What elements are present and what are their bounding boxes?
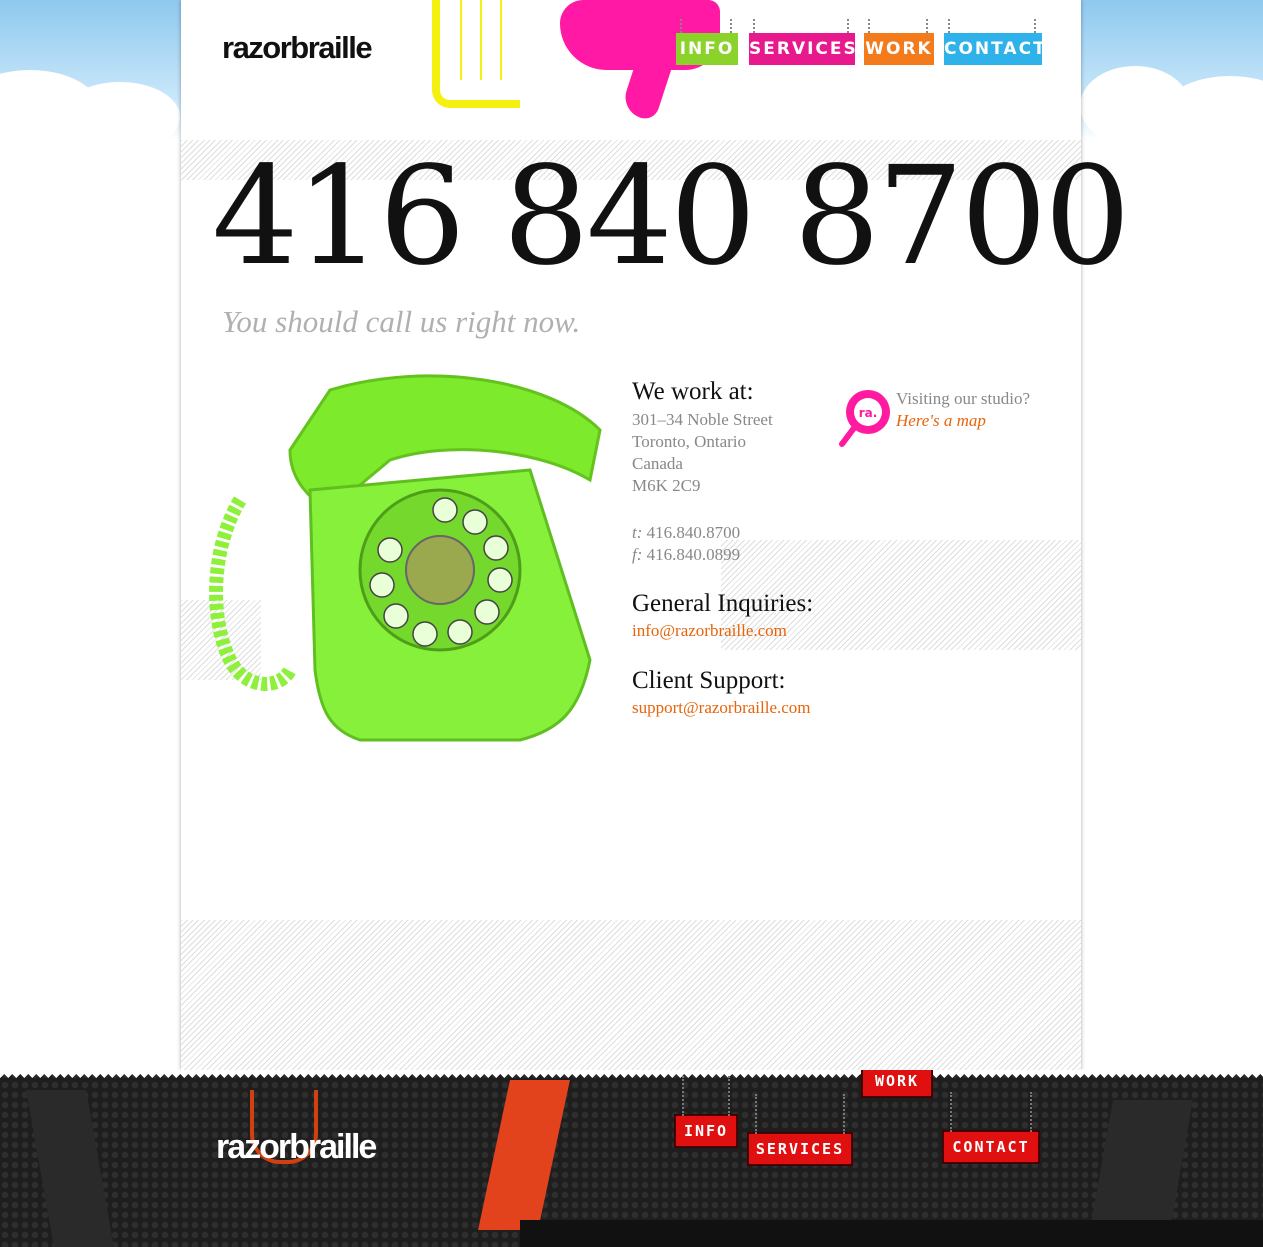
cloud xyxy=(60,82,180,152)
phone-number-headline: 416 840 8700 xyxy=(212,138,1131,296)
fax-line: f: 416.840.0899 xyxy=(632,544,740,566)
info-email-link[interactable]: info@razorbraille.com xyxy=(632,621,787,641)
inquiries-heading: General Inquiries: xyxy=(632,590,814,617)
footer-silhouette xyxy=(26,1090,114,1247)
nav-contact[interactable]: CONTACT xyxy=(944,19,1045,65)
telephone-label: t: xyxy=(632,523,643,542)
magnifier-badge-icon[interactable]: ra. xyxy=(838,388,892,450)
map-question: Visiting our studio? xyxy=(896,389,1031,408)
address-line: Toronto, Ontario xyxy=(632,432,747,451)
address-line: 301–34 Noble Street xyxy=(632,410,773,429)
site-logo[interactable]: razorbraille xyxy=(222,30,373,66)
hatch-flames xyxy=(181,920,1081,1070)
harp-string xyxy=(460,0,462,80)
address-heading: We work at: xyxy=(632,378,754,405)
map-link[interactable]: Here's a map xyxy=(896,411,986,431)
telephone-line: t: 416.840.8700 xyxy=(632,522,740,544)
telephone-value: 416.840.8700 xyxy=(646,523,741,542)
harp-string xyxy=(480,0,482,80)
footer-nav-info[interactable]: INFO xyxy=(674,1076,738,1148)
footer-logo[interactable]: razorbraille xyxy=(216,1128,377,1167)
tagline: You should call us right now. xyxy=(222,304,581,339)
address-line: Canada xyxy=(632,454,683,473)
footer-ground xyxy=(520,1220,1263,1247)
footer: razorbraille INFO SERVICES WORK CONTACT xyxy=(0,1070,1263,1247)
nav-services[interactable]: SERVICES xyxy=(749,19,856,65)
fax-value: 416.840.0899 xyxy=(646,545,741,564)
footer-flame-shape xyxy=(478,1080,570,1230)
badge-text: ra. xyxy=(859,406,878,420)
nav-info[interactable]: INFO xyxy=(676,19,738,65)
fax-label: f: xyxy=(632,545,643,564)
support-email-link[interactable]: support@razorbraille.com xyxy=(632,698,811,718)
address-line: M6K 2C9 xyxy=(632,476,701,495)
footer-nav-services[interactable]: SERVICES xyxy=(747,1094,853,1166)
nav-work[interactable]: WORK xyxy=(864,19,934,65)
green-telephone-image xyxy=(209,374,602,742)
footer-nav-contact[interactable]: CONTACT xyxy=(942,1092,1040,1164)
footer-nav-work[interactable]: WORK xyxy=(861,1070,933,1098)
harp-illustration xyxy=(432,0,520,108)
support-heading: Client Support: xyxy=(632,667,786,694)
harp-string xyxy=(500,0,502,80)
